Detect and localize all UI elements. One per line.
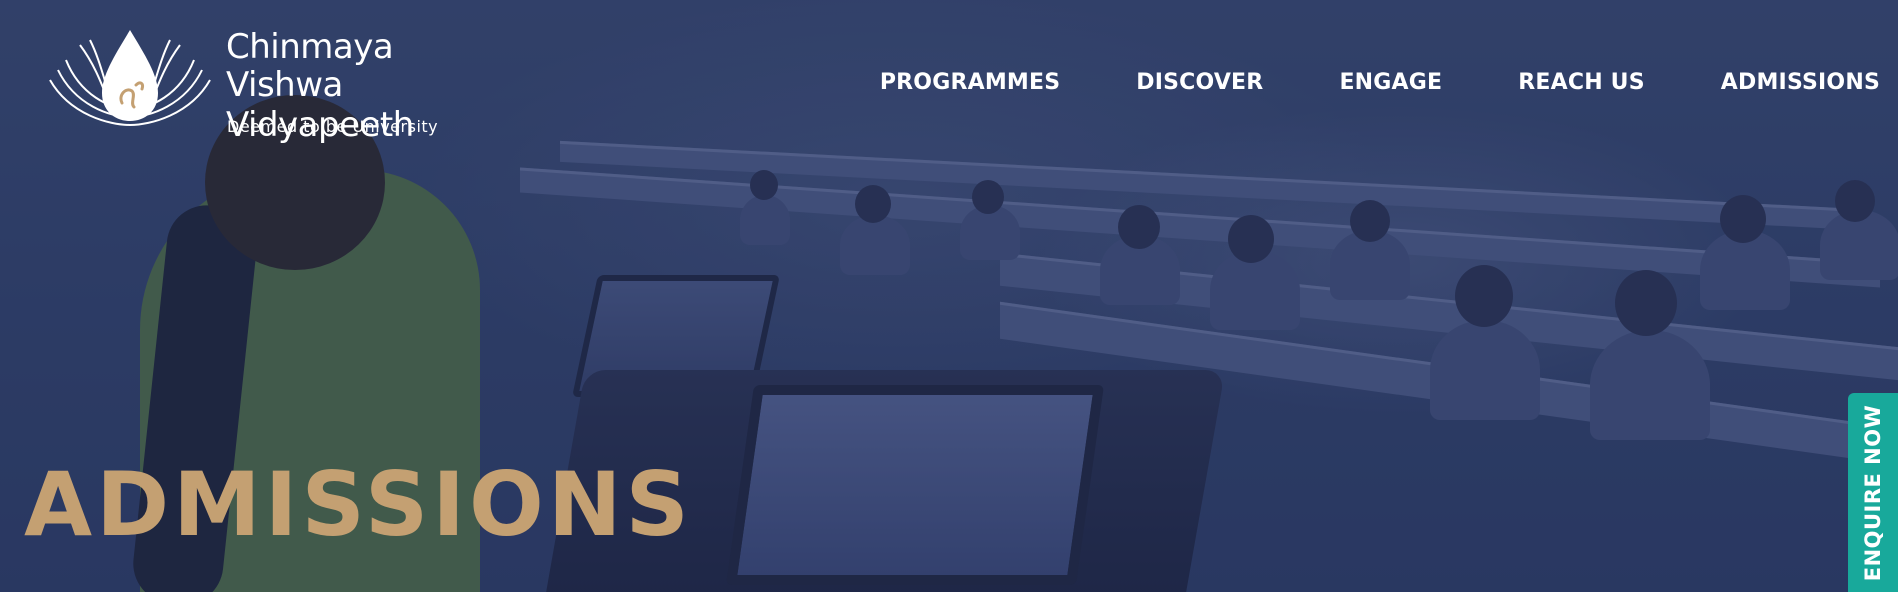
page-title: ADMISSIONS (24, 452, 693, 556)
nav-item-engage[interactable]: ENGAGE (1339, 70, 1442, 95)
nav-item-programmes[interactable]: PROGRAMMES (880, 70, 1060, 95)
nav-item-admissions[interactable]: ADMISSIONS (1721, 70, 1880, 95)
logo-tagline: Deemed to be University (227, 117, 439, 136)
main-navigation: PROGRAMMES DISCOVER ENGAGE REACH US ADMI… (804, 70, 1880, 95)
enquire-now-label: ENQUIRE NOW (1861, 404, 1885, 581)
lotus-logo-icon (49, 30, 211, 126)
university-logo[interactable]: Chinmaya Vishwa Vidyapeeth Deemed to be … (40, 25, 540, 145)
nav-item-discover[interactable]: DISCOVER (1136, 70, 1263, 95)
logo-name-line1: Chinmaya (226, 27, 394, 67)
nav-item-reach-us[interactable]: REACH US (1518, 70, 1645, 95)
enquire-now-button[interactable]: ENQUIRE NOW (1848, 393, 1898, 592)
